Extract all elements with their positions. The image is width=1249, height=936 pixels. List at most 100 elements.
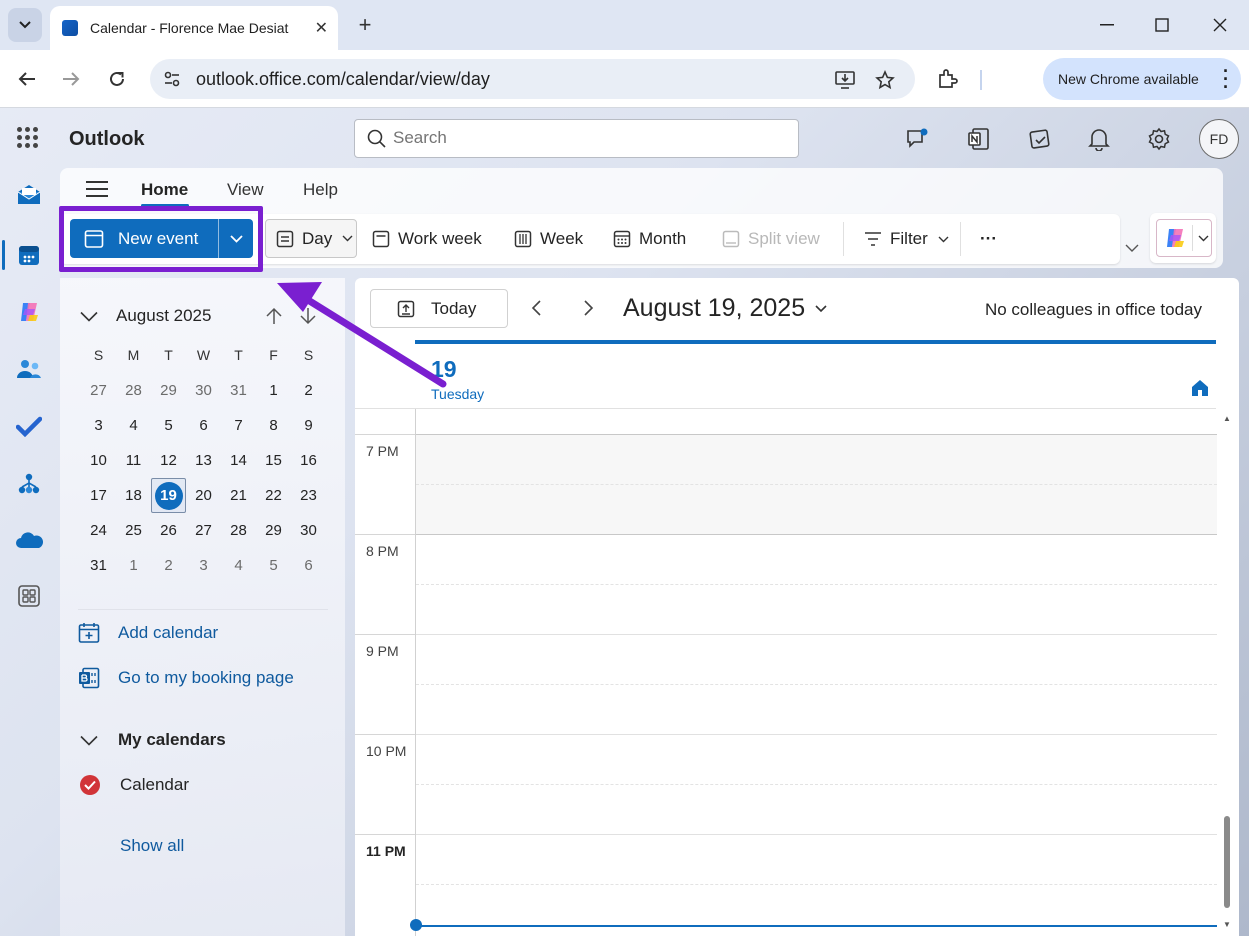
mini-calendar-day[interactable]: 22 (256, 478, 291, 513)
rail-mail[interactable] (14, 180, 44, 210)
mini-calendar-day[interactable]: 15 (256, 443, 291, 478)
notifications-button[interactable] (1086, 126, 1112, 152)
calendar-list-item[interactable]: Calendar (80, 775, 189, 795)
teams-chat-button[interactable] (905, 126, 931, 152)
reload-button[interactable] (103, 65, 131, 93)
onenote-button[interactable] (966, 126, 992, 152)
rail-people[interactable] (14, 354, 44, 384)
mini-calendar-day[interactable]: 2 (291, 373, 326, 408)
mini-calendar-day[interactable]: 8 (256, 408, 291, 443)
mini-calendar-day[interactable]: 31 (221, 373, 256, 408)
scroll-down-arrow-icon[interactable]: ▼ (1223, 920, 1231, 929)
ribbon-expand-icon[interactable] (1124, 240, 1140, 256)
day-view-button[interactable]: Day (265, 219, 357, 258)
mini-calendar-day[interactable]: 10 (81, 443, 116, 478)
settings-button[interactable] (1146, 126, 1172, 152)
mini-calendar-day[interactable]: 3 (81, 408, 116, 443)
mini-calendar-day[interactable]: 4 (116, 408, 151, 443)
mini-calendar-day[interactable]: 25 (116, 513, 151, 548)
mini-calendar-day[interactable]: 2 (151, 548, 186, 583)
more-commands-button[interactable]: ··· (980, 225, 997, 253)
arrow-up-icon[interactable] (264, 306, 284, 326)
tab-help[interactable]: Help (303, 180, 338, 200)
mini-calendar-day[interactable]: 23 (291, 478, 326, 513)
mini-calendar-day[interactable]: 24 (81, 513, 116, 548)
mini-calendar-day[interactable]: 1 (116, 548, 151, 583)
chevron-right-icon[interactable] (579, 298, 597, 318)
close-window-button[interactable] (1206, 12, 1234, 38)
tab-search-button[interactable] (8, 8, 42, 42)
maximize-button[interactable] (1148, 12, 1176, 38)
week-button[interactable]: Week (514, 225, 583, 253)
my-day-button[interactable] (1027, 126, 1053, 152)
mini-calendar-day[interactable]: 11 (116, 443, 151, 478)
mini-calendar-day[interactable]: 19 (151, 478, 186, 513)
minimize-button[interactable] (1093, 12, 1121, 38)
mini-calendar-day[interactable]: 30 (291, 513, 326, 548)
mini-calendar-day[interactable]: 31 (81, 548, 116, 583)
mini-calendar-day[interactable]: 6 (186, 408, 221, 443)
mini-calendar-day[interactable]: 13 (186, 443, 221, 478)
tab-home[interactable]: Home (141, 180, 188, 200)
checkmark-icon[interactable] (80, 775, 100, 795)
mini-calendar-day[interactable]: 18 (116, 478, 151, 513)
mini-calendar-day[interactable]: 14 (221, 443, 256, 478)
extensions-icon[interactable] (935, 66, 961, 92)
arrow-down-icon[interactable] (298, 306, 318, 326)
search-input[interactable] (393, 128, 773, 148)
new-tab-button[interactable]: + (352, 12, 378, 38)
search-box[interactable] (354, 119, 799, 158)
rail-copilot[interactable] (14, 297, 44, 327)
mini-calendar-day[interactable]: 26 (151, 513, 186, 548)
date-picker-button[interactable]: August 19, 2025 (623, 294, 827, 323)
scrollbar-thumb[interactable] (1224, 816, 1230, 908)
bookmark-button[interactable] (873, 68, 897, 92)
chrome-menu-icon[interactable]: · · · (1223, 62, 1229, 96)
install-app-button[interactable] (833, 68, 857, 92)
home-icon[interactable] (1190, 378, 1210, 398)
copilot-button[interactable] (1156, 219, 1212, 257)
mini-calendar-day[interactable]: 29 (151, 373, 186, 408)
chevron-left-icon[interactable] (528, 298, 546, 318)
url-text[interactable]: outlook.office.com/calendar/view/day (196, 69, 490, 90)
rail-org-explorer[interactable] (14, 469, 44, 499)
tab-close-icon[interactable]: ✕ (315, 18, 328, 38)
mini-calendar-day[interactable]: 5 (151, 408, 186, 443)
mini-calendar-day[interactable]: 21 (221, 478, 256, 513)
mini-calendar-day[interactable]: 1 (256, 373, 291, 408)
rail-calendar[interactable] (14, 240, 44, 270)
chevron-down-icon[interactable] (80, 311, 98, 322)
mini-calendar-day[interactable]: 27 (81, 373, 116, 408)
avatar[interactable]: FD (1199, 119, 1239, 159)
today-button[interactable]: Today (370, 289, 508, 328)
filter-button[interactable]: Filter (864, 225, 957, 253)
rail-onedrive[interactable] (14, 525, 44, 555)
scroll-up-arrow-icon[interactable]: ▲ (1223, 414, 1231, 423)
mini-calendar-day[interactable]: 6 (291, 548, 326, 583)
vertical-scrollbar[interactable]: ▲ ▼ (1221, 414, 1233, 934)
rail-todo[interactable] (14, 411, 44, 441)
forward-button[interactable] (57, 65, 85, 93)
mini-calendar-day[interactable]: 27 (186, 513, 221, 548)
mini-calendar-day[interactable]: 4 (221, 548, 256, 583)
mini-calendar-day[interactable]: 16 (291, 443, 326, 478)
work-week-button[interactable]: Work week (372, 225, 482, 253)
tab-view[interactable]: View (227, 180, 264, 200)
app-launcher-icon[interactable] (17, 127, 39, 149)
mini-calendar-day[interactable]: 9 (291, 408, 326, 443)
chevron-down-icon[interactable] (1198, 235, 1209, 242)
address-bar[interactable]: outlook.office.com/calendar/view/day (150, 59, 915, 99)
mini-calendar-day[interactable]: 12 (151, 443, 186, 478)
mini-calendar-month[interactable]: August 2025 (116, 306, 211, 326)
month-button[interactable]: Month (613, 225, 686, 253)
my-calendars-header[interactable]: My calendars (80, 730, 226, 750)
back-button[interactable] (13, 65, 41, 93)
site-info-icon[interactable] (162, 69, 182, 89)
hamburger-menu-icon[interactable] (86, 181, 108, 197)
day-time-slots[interactable] (410, 409, 1217, 936)
mini-calendar-day[interactable]: 3 (186, 548, 221, 583)
chrome-update-button[interactable]: New Chrome available · · · (1043, 58, 1241, 100)
split-view-button[interactable]: Split view (722, 225, 820, 253)
booking-page-link[interactable]: Go to my booking page (78, 667, 294, 689)
mini-calendar-day[interactable]: 20 (186, 478, 221, 513)
